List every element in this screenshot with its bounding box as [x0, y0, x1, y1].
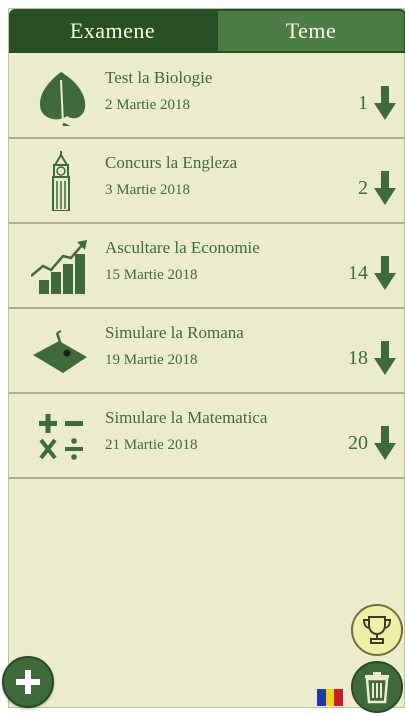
exam-title: Ascultare la Economie [105, 238, 260, 257]
exam-date: 3 Martie 2018 [105, 182, 190, 198]
exam-date: 2 Martie 2018 [105, 97, 190, 113]
growth-chart-icon [31, 240, 87, 294]
flag-stripe-yellow [325, 689, 335, 706]
add-button[interactable] [2, 656, 54, 708]
delete-button[interactable] [351, 661, 403, 713]
exam-title: Simulare la Matematica [105, 408, 268, 427]
tab-examene[interactable]: Examene [9, 9, 216, 53]
trophy-icon [362, 616, 392, 644]
arrow-down-icon [374, 341, 396, 375]
exam-count: 20 [348, 432, 368, 454]
language-flag-button[interactable] [317, 689, 344, 706]
big-ben-icon [52, 151, 70, 211]
exam-date: 19 Martie 2018 [105, 352, 198, 368]
app-frame: Examene Teme Test la Biologie 2 Martie 2… [8, 8, 405, 713]
exam-row[interactable]: Ascultare la Economie 15 Martie 2018 14 [9, 224, 405, 309]
exam-count: 18 [348, 347, 368, 369]
arrow-down-icon [374, 171, 396, 205]
map-pin-icon [33, 330, 87, 373]
exam-count: 2 [358, 177, 368, 199]
exam-row[interactable]: Simulare la Matematica 21 Martie 2018 20 [9, 394, 405, 479]
exam-row[interactable]: Test la Biologie 2 Martie 2018 1 [9, 54, 405, 139]
exam-title: Test la Biologie [105, 68, 213, 87]
trash-icon [365, 672, 389, 704]
tab-bar: Examene Teme [9, 9, 405, 53]
arrow-down-icon [374, 256, 396, 290]
flag-stripe-red [334, 689, 344, 706]
exam-count: 1 [358, 92, 368, 114]
flag-stripe-blue [317, 689, 326, 706]
plus-icon [16, 670, 40, 694]
math-operators-icon [39, 414, 83, 460]
exam-title: Concurs la Engleza [105, 153, 238, 172]
arrow-down-icon [374, 86, 396, 120]
exam-count: 14 [348, 262, 368, 284]
leaf-icon [39, 72, 86, 126]
trophy-button[interactable] [351, 604, 403, 656]
exam-date: 21 Martie 2018 [105, 437, 198, 453]
exam-row[interactable]: Concurs la Engleza 3 Martie 2018 2 [9, 139, 405, 224]
arrow-down-icon [374, 426, 396, 460]
exam-date: 15 Martie 2018 [105, 267, 198, 283]
exam-title: Simulare la Romana [105, 323, 244, 342]
tab-teme[interactable]: Teme [216, 9, 405, 53]
exam-list: Test la Biologie 2 Martie 2018 1 Concurs… [9, 54, 405, 479]
exam-row[interactable]: Simulare la Romana 19 Martie 2018 18 [9, 309, 405, 394]
